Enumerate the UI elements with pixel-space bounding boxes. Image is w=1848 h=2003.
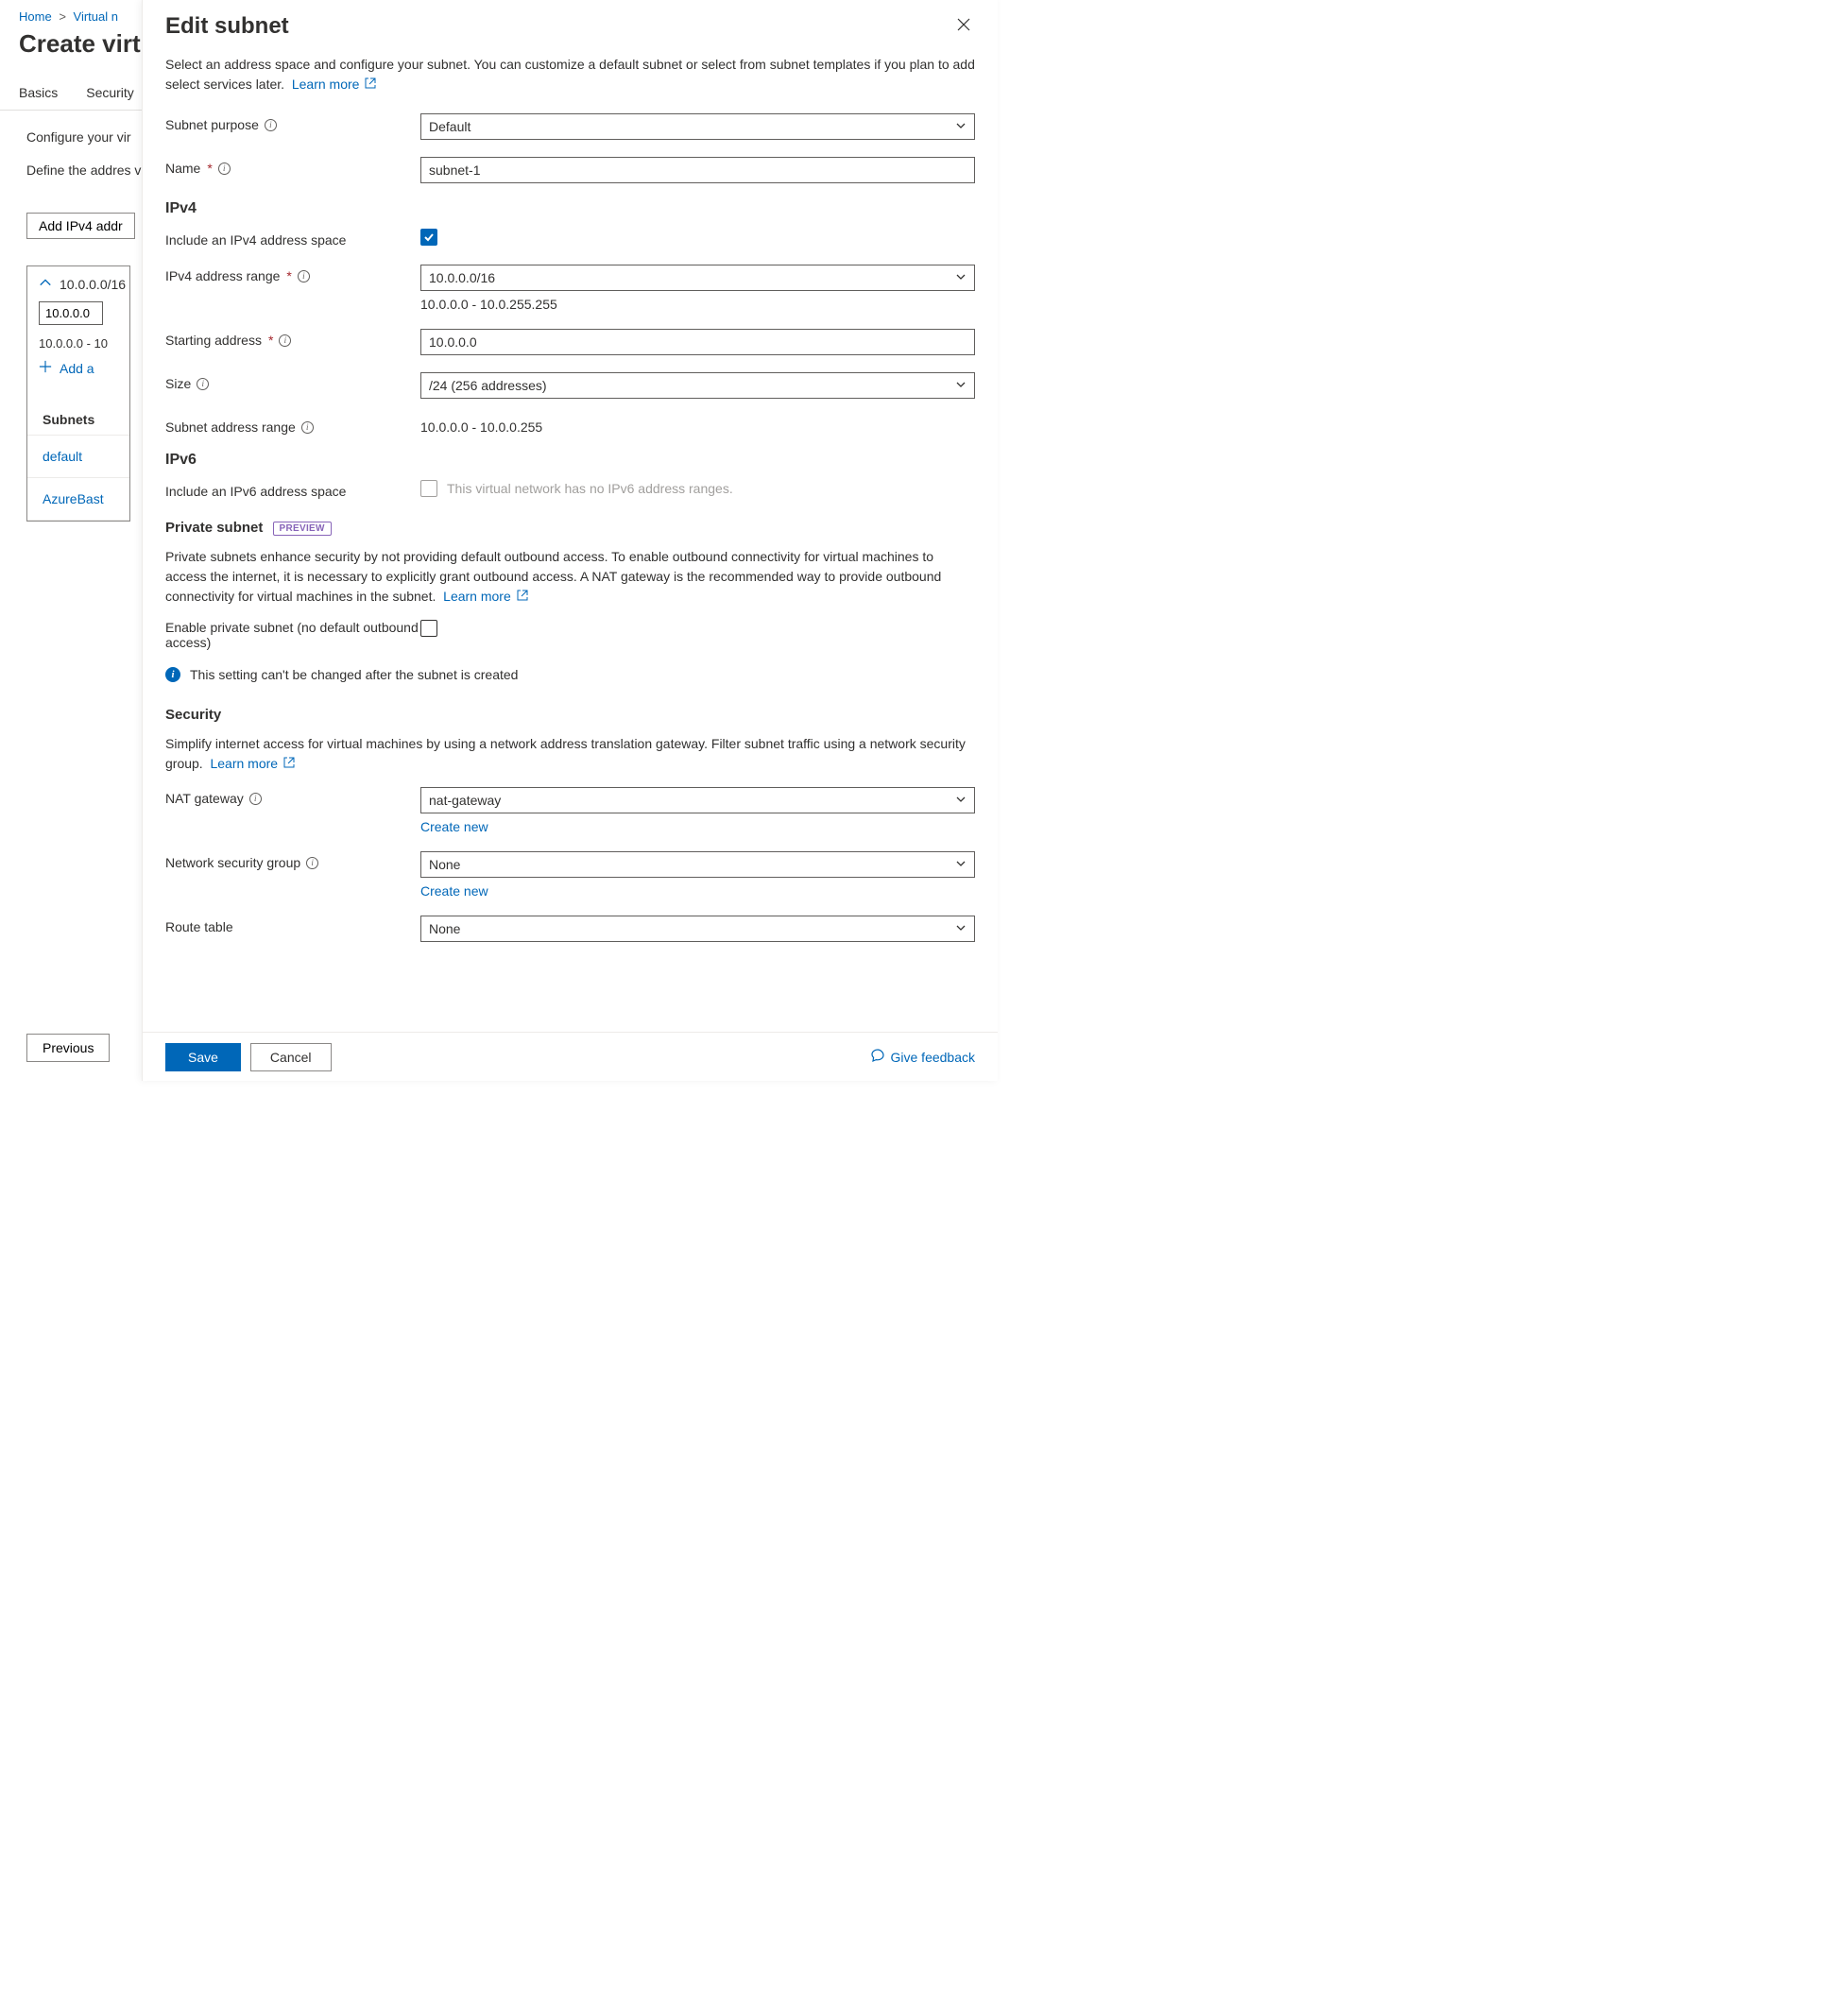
info-icon[interactable]: i <box>218 163 231 175</box>
learn-more-link[interactable]: Learn more <box>292 77 376 92</box>
starting-address-label: Starting address* i <box>165 329 420 348</box>
subnet-purpose-value: Default <box>429 119 471 134</box>
add-ipv4-button[interactable]: Add IPv4 addr <box>26 213 135 239</box>
nat-gateway-value: nat-gateway <box>429 793 501 808</box>
info-icon[interactable]: i <box>301 421 314 434</box>
external-link-icon <box>282 756 295 771</box>
tab-security[interactable]: Security <box>84 76 136 110</box>
ipv6-heading: IPv6 <box>165 452 975 469</box>
subnet-range-label: Subnet address range i <box>165 416 420 435</box>
private-subnet-heading: Private subnet PREVIEW <box>165 520 975 536</box>
route-table-label: Route table <box>165 916 420 934</box>
ipv4-heading: IPv4 <box>165 200 975 217</box>
chevron-down-icon <box>955 270 967 285</box>
feedback-label: Give feedback <box>891 1050 976 1065</box>
include-ipv4-checkbox[interactable] <box>420 229 437 246</box>
subnet-range-value: 10.0.0.0 - 10.0.0.255 <box>420 419 975 435</box>
previous-button[interactable]: Previous <box>26 1034 110 1062</box>
learn-more-link[interactable]: Learn more <box>210 756 294 771</box>
panel-description: Select an address space and configure yo… <box>165 55 975 94</box>
name-input[interactable] <box>420 157 975 183</box>
size-select[interactable]: /24 (256 addresses) <box>420 372 975 399</box>
info-icon[interactable]: i <box>265 119 277 131</box>
plus-icon <box>39 360 52 376</box>
subnets-header: Subnets <box>27 391 129 436</box>
nsg-select[interactable]: None <box>420 851 975 878</box>
subnet-row-azurebast[interactable]: AzureBast <box>27 478 129 521</box>
preview-badge: PREVIEW <box>273 522 332 536</box>
create-new-nsg-link[interactable]: Create new <box>420 883 488 899</box>
breadcrumb-prev[interactable]: Virtual n <box>74 9 118 24</box>
nat-gateway-label: NAT gateway i <box>165 787 420 806</box>
info-solid-icon: i <box>165 667 180 682</box>
route-table-select[interactable]: None <box>420 916 975 942</box>
save-button[interactable]: Save <box>165 1043 241 1071</box>
feedback-icon <box>870 1048 885 1066</box>
ipv4-range-value: 10.0.0.0/16 <box>429 270 495 285</box>
ipv4-range-label: IPv4 address range* i <box>165 265 420 283</box>
cancel-button[interactable]: Cancel <box>250 1043 332 1071</box>
size-value: /24 (256 addresses) <box>429 378 547 393</box>
size-label: Size i <box>165 372 420 391</box>
close-icon <box>956 21 971 35</box>
breadcrumb-home[interactable]: Home <box>19 9 52 24</box>
security-heading: Security <box>165 707 975 723</box>
chevron-down-icon <box>955 378 967 393</box>
expanded-range: 10.0.0.0 - 10 <box>27 333 129 360</box>
include-ipv6-label: Include an IPv6 address space <box>165 480 420 499</box>
subnet-purpose-select[interactable]: Default <box>420 113 975 140</box>
chevron-right-icon: > <box>59 9 66 24</box>
route-table-value: None <box>429 921 460 936</box>
include-ipv4-label: Include an IPv4 address space <box>165 229 420 248</box>
include-ipv6-checkbox <box>420 480 437 497</box>
learn-more-link[interactable]: Learn more <box>443 589 527 604</box>
enable-private-label: Enable private subnet (no default outbou… <box>165 620 420 650</box>
info-icon[interactable]: i <box>306 857 318 869</box>
check-icon <box>423 231 435 243</box>
address-space-card: 10.0.0.0/16 10.0.0.0 - 10 Add a Subnets … <box>26 265 130 522</box>
info-icon[interactable]: i <box>249 793 262 805</box>
close-button[interactable] <box>952 13 975 39</box>
starting-address-input[interactable] <box>420 329 975 355</box>
private-notice-text: This setting can't be changed after the … <box>190 667 518 682</box>
info-icon[interactable]: i <box>298 270 310 282</box>
nsg-label: Network security group i <box>165 851 420 870</box>
tab-basics[interactable]: Basics <box>17 76 60 110</box>
enable-private-checkbox[interactable] <box>420 620 437 637</box>
panel-footer: Save Cancel Give feedback <box>143 1032 998 1081</box>
chevron-down-icon <box>955 793 967 808</box>
private-notice: i This setting can't be changed after th… <box>165 667 975 682</box>
add-subnet-link[interactable]: Add a <box>27 360 129 391</box>
chevron-down-icon <box>955 119 967 134</box>
ipv4-range-hint: 10.0.0.0 - 10.0.255.255 <box>420 297 975 312</box>
panel-title: Edit subnet <box>165 13 289 40</box>
info-icon[interactable]: i <box>279 334 291 347</box>
edit-subnet-panel: Edit subnet Select an address space and … <box>142 0 998 1081</box>
ipv6-hint: This virtual network has no IPv6 address… <box>447 481 733 496</box>
subnet-row-default[interactable]: default <box>27 436 129 478</box>
start-address-input[interactable] <box>39 301 103 325</box>
info-icon[interactable]: i <box>197 378 209 390</box>
security-desc: Simplify internet access for virtual mac… <box>165 734 975 774</box>
name-label: Name* i <box>165 157 420 176</box>
private-subnet-desc: Private subnets enhance security by not … <box>165 547 975 607</box>
chevron-up-icon[interactable] <box>39 276 52 292</box>
chevron-down-icon <box>955 857 967 872</box>
chevron-down-icon <box>955 921 967 936</box>
address-range-label: 10.0.0.0/16 <box>60 277 126 292</box>
subnet-purpose-label: Subnet purpose i <box>165 113 420 132</box>
nat-gateway-select[interactable]: nat-gateway <box>420 787 975 813</box>
create-new-nat-link[interactable]: Create new <box>420 819 488 834</box>
external-link-icon <box>363 77 376 92</box>
ipv4-range-select[interactable]: 10.0.0.0/16 <box>420 265 975 291</box>
give-feedback-link[interactable]: Give feedback <box>870 1048 976 1066</box>
nsg-value: None <box>429 857 460 872</box>
add-subnet-label: Add a <box>60 361 94 376</box>
external-link-icon <box>515 589 528 604</box>
